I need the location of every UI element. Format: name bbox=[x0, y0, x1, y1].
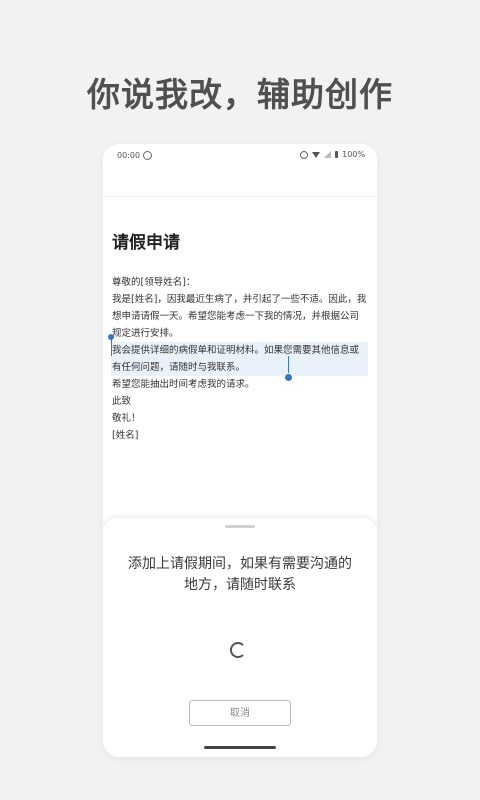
status-time: 00:00 bbox=[117, 151, 141, 160]
document-line: 希望您能抽出时间考虑我的请求。 bbox=[112, 379, 255, 390]
signal-icon bbox=[324, 151, 332, 158]
alarm-icon bbox=[300, 150, 309, 159]
document-paragraph: 我是[姓名]，因我最近生病了，并引起了一些不适。因此，我想申请请假一天。希望您能… bbox=[112, 294, 367, 339]
selection-end-handle[interactable] bbox=[285, 374, 292, 381]
selected-text[interactable]: 我会提供详细的病假单和证明材料。如果您需要其他信息或有任何问题，请随时与我联系。 bbox=[111, 342, 368, 376]
promo-headline: 你说我改，辅助创作 bbox=[87, 75, 393, 114]
phone-screen: 00:00 100% 请假申请 尊敬的[领导姓名]： 我是[姓名]，因我最近生病… bbox=[103, 144, 377, 757]
document-line: 此致 bbox=[112, 396, 132, 407]
suggestion-text: 添加上请假期间，如果有需要沟通的地方，请随时联系 bbox=[128, 556, 352, 593]
wifi-icon bbox=[312, 151, 321, 158]
battery-icon bbox=[335, 151, 339, 158]
sheet-drag-handle[interactable] bbox=[225, 525, 255, 528]
document-line: 敬礼！ bbox=[112, 413, 141, 424]
document-title[interactable]: 请假申请 bbox=[112, 228, 180, 253]
toolbar-divider bbox=[103, 196, 377, 197]
status-bar: 00:00 100% bbox=[103, 144, 377, 168]
document-body[interactable]: 尊敬的[领导姓名]： 我是[姓名]，因我最近生病了，并引起了一些不适。因此，我想… bbox=[111, 274, 368, 444]
document-line: 尊敬的[领导姓名]： bbox=[112, 277, 196, 288]
whatsapp-icon bbox=[143, 151, 152, 160]
ai-suggestion-sheet: 添加上请假期间，如果有需要沟通的地方，请随时联系 取消 bbox=[103, 518, 377, 757]
battery-percent: 100% bbox=[342, 150, 365, 159]
selection-start-cursor bbox=[111, 339, 112, 356]
status-icons: 100% bbox=[300, 150, 365, 159]
home-indicator[interactable] bbox=[204, 746, 276, 749]
selection-end-cursor bbox=[288, 356, 289, 373]
loading-spinner-icon bbox=[230, 642, 246, 658]
document-line: [姓名] bbox=[112, 430, 139, 441]
cancel-button[interactable]: 取消 bbox=[189, 700, 291, 726]
